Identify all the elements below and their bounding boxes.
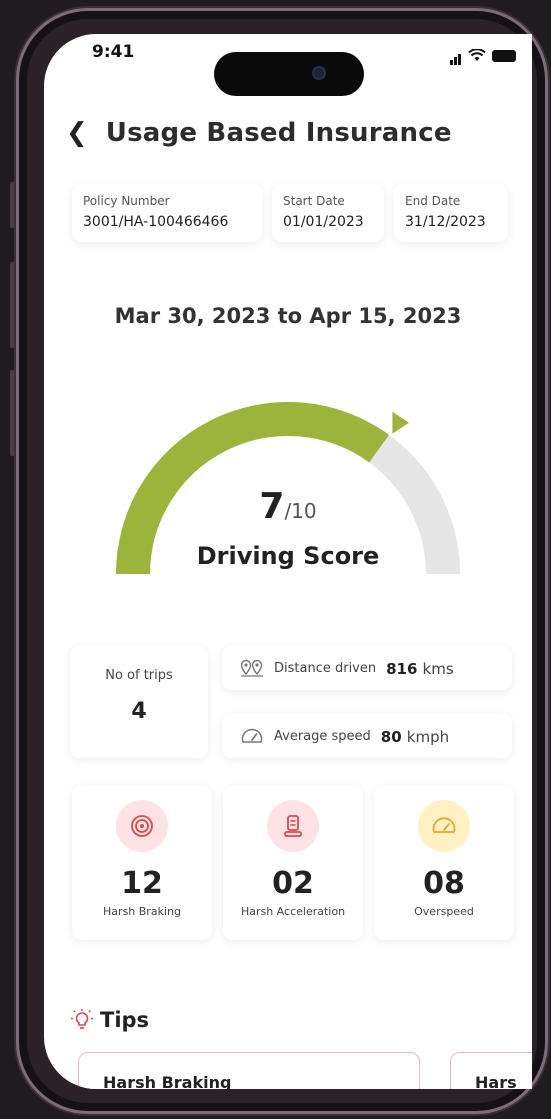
policy-number-card: Policy Number 3001/HA-100466466 — [72, 184, 262, 242]
tip-card-next[interactable]: Hars — [450, 1052, 532, 1089]
speed-label: Average speed — [274, 728, 371, 744]
location-pins-icon — [240, 659, 263, 677]
event-harsh-acceleration[interactable]: 02 Harsh Acceleration — [223, 786, 363, 940]
distance-value: 816 — [386, 659, 418, 678]
start-date-card: Start Date 01/01/2023 — [272, 184, 384, 242]
wifi-icon — [468, 49, 486, 61]
score-label: Driving Score — [196, 542, 380, 570]
battery-icon — [492, 49, 516, 62]
trips-label: No of trips — [105, 668, 173, 683]
tip-card-label: Harsh Braking — [103, 1073, 232, 1089]
event-overspeed[interactable]: 08 Overspeed — [374, 786, 514, 940]
distance-label: Distance driven — [274, 660, 377, 676]
distance-unit: kms — [422, 659, 454, 678]
brake-disc-icon — [116, 800, 168, 852]
tips-header: Tips — [70, 1008, 149, 1032]
distance-card: Distance driven 816 kms — [222, 646, 512, 690]
event-label: Overspeed — [414, 905, 474, 918]
start-date-label: Start Date — [283, 194, 345, 208]
speed-unit: kmph — [406, 727, 450, 746]
speed-card: Average speed 80 kmph — [222, 714, 512, 758]
trips-value: 4 — [131, 699, 147, 724]
end-date-card: End Date 31/12/2023 — [394, 184, 508, 242]
policy-number-value: 3001/HA-100466466 — [83, 214, 229, 230]
score-value: 7 — [259, 486, 285, 527]
event-label: Harsh Acceleration — [240, 905, 346, 918]
status-bar: 9:41 — [44, 34, 532, 96]
score-denominator: /10 — [284, 499, 317, 523]
event-harsh-braking[interactable]: 12 Harsh Braking — [72, 786, 212, 940]
end-date-label: End Date — [405, 194, 461, 208]
camera-icon — [312, 66, 326, 80]
gauge-marker-icon — [392, 411, 409, 434]
dynamic-island — [214, 52, 364, 96]
tip-card-label: Hars — [475, 1073, 517, 1089]
signal-icon — [450, 46, 462, 65]
back-chevron-icon[interactable]: ❮ — [66, 120, 88, 146]
policy-info-row: Policy Number 3001/HA-100466466 Start Da… — [72, 184, 508, 242]
lightbulb-icon — [71, 1009, 93, 1029]
event-value: 02 — [272, 866, 314, 901]
speed-value: 80 — [380, 727, 402, 746]
tips-title: Tips — [100, 1008, 150, 1032]
app-screen: 9:41 ❮ Usage Based Insurance Policy Numb… — [44, 34, 532, 1089]
page-title: Usage Based Insurance — [105, 118, 452, 148]
event-label: Harsh Braking — [103, 905, 181, 918]
event-value: 12 — [121, 866, 163, 901]
trips-card: No of trips 4 — [70, 646, 208, 758]
tip-card-harsh-braking[interactable]: Harsh Braking — [78, 1052, 420, 1089]
page-header: ❮ Usage Based Insurance — [66, 118, 452, 148]
driving-events: 12 Harsh Braking 02 Harsh Acceleration 0… — [72, 786, 514, 940]
end-date-value: 31/12/2023 — [405, 214, 486, 230]
speedometer-gauge-icon — [241, 728, 263, 743]
status-icons — [450, 46, 516, 65]
accelerator-pedal-icon — [267, 800, 319, 852]
score-value-group: 7/10 — [44, 486, 532, 527]
speedometer-icon — [418, 800, 470, 852]
start-date-value: 01/01/2023 — [283, 214, 364, 230]
event-value: 08 — [423, 866, 465, 901]
status-time: 9:41 — [92, 42, 135, 62]
policy-number-label: Policy Number — [83, 194, 170, 208]
date-range: Mar 30, 2023 to Apr 15, 2023 — [114, 304, 462, 328]
